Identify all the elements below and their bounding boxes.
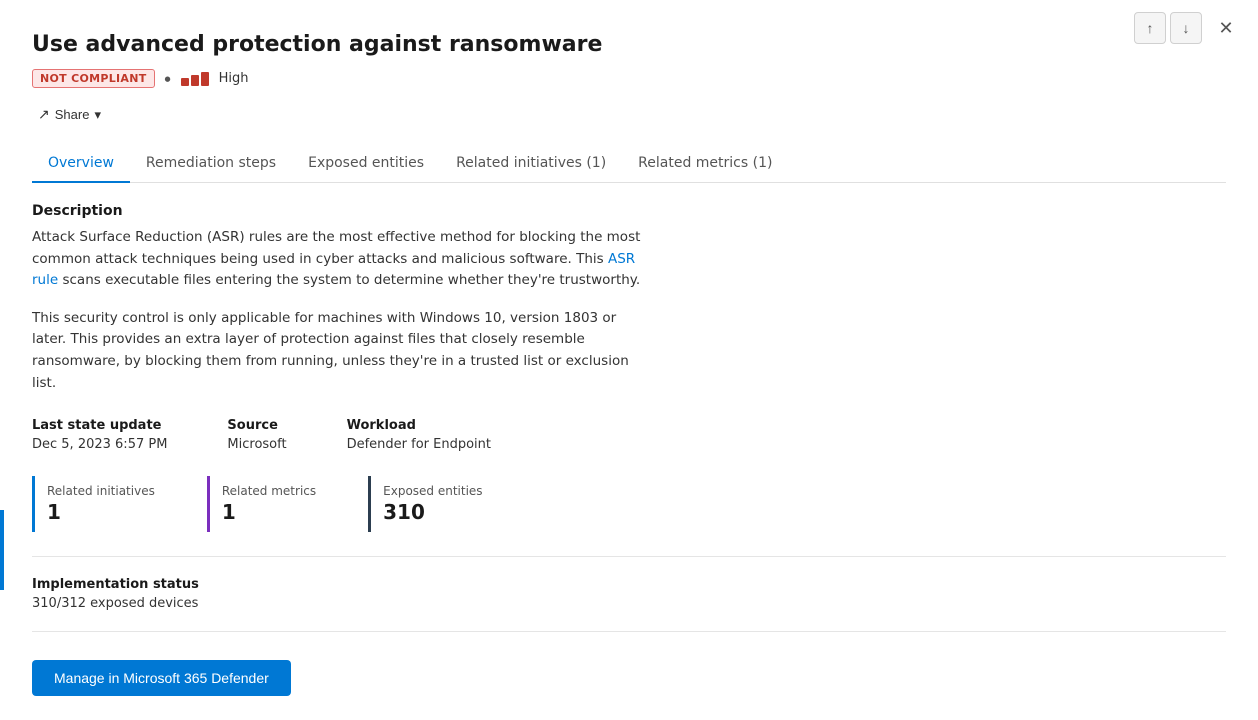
tab-overview[interactable]: Overview [32, 145, 130, 183]
stat-exposed-value: 310 [383, 500, 482, 524]
meta-last-state: Last state update Dec 5, 2023 6:57 PM [32, 418, 167, 452]
severity-bars [181, 72, 209, 86]
share-label: Share [55, 107, 90, 122]
nav-up-button[interactable]: ↑ [1134, 12, 1166, 44]
manage-button[interactable]: Manage in Microsoft 365 Defender [32, 660, 291, 696]
main-content: Use advanced protection against ransomwa… [0, 0, 1258, 720]
stat-metrics-value: 1 [222, 500, 316, 524]
meta-workload-value: Defender for Endpoint [347, 437, 491, 452]
nav-icons: ↑ ↓ ✕ [1134, 12, 1242, 44]
description-section-2: This security control is only applicable… [32, 308, 1226, 394]
stats-row: Related initiatives 1 Related metrics 1 … [32, 476, 1226, 532]
stat-metrics-label: Related metrics [222, 484, 316, 498]
share-button[interactable]: ↗ Share ▾ [32, 102, 107, 127]
description-title: Description [32, 203, 1226, 219]
implementation-label: Implementation status [32, 577, 1226, 592]
meta-workload: Workload Defender for Endpoint [347, 418, 491, 452]
page-title: Use advanced protection against ransomwa… [32, 32, 1226, 57]
stat-initiatives-value: 1 [47, 500, 155, 524]
severity-bar-3 [201, 72, 209, 86]
tab-related-metrics[interactable]: Related metrics (1) [622, 145, 788, 183]
dot-separator: ● [165, 75, 171, 83]
severity-bar-2 [191, 75, 199, 86]
stat-related-metrics: Related metrics 1 [207, 476, 340, 532]
description-text-part1: Attack Surface Reduction (ASR) rules are… [32, 229, 640, 267]
left-accent-bar [0, 510, 4, 590]
meta-workload-label: Workload [347, 418, 491, 433]
implementation-value: 310/312 exposed devices [32, 596, 1226, 611]
stat-exposed-entities: Exposed entities 310 [368, 476, 506, 532]
not-compliant-badge: NOT COMPLIANT [32, 69, 155, 88]
meta-source-value: Microsoft [227, 437, 286, 452]
nav-down-button[interactable]: ↓ [1170, 12, 1202, 44]
tab-related-initiatives[interactable]: Related initiatives (1) [440, 145, 622, 183]
divider-2 [32, 631, 1226, 632]
status-row: NOT COMPLIANT ● High [32, 69, 1226, 88]
stat-exposed-label: Exposed entities [383, 484, 482, 498]
tabs-container: Overview Remediation steps Exposed entit… [32, 145, 1226, 183]
implementation-section: Implementation status 310/312 exposed de… [32, 577, 1226, 611]
severity-bar-1 [181, 78, 189, 86]
meta-last-state-label: Last state update [32, 418, 167, 433]
meta-source: Source Microsoft [227, 418, 286, 452]
close-button[interactable]: ✕ [1210, 12, 1242, 44]
share-icon: ↗ [38, 106, 50, 123]
divider [32, 556, 1226, 557]
stat-related-initiatives: Related initiatives 1 [32, 476, 179, 532]
severity-label: High [219, 71, 249, 86]
tab-exposed-entities[interactable]: Exposed entities [292, 145, 440, 183]
meta-last-state-value: Dec 5, 2023 6:57 PM [32, 437, 167, 452]
meta-grid: Last state update Dec 5, 2023 6:57 PM So… [32, 418, 1226, 452]
tab-remediation[interactable]: Remediation steps [130, 145, 292, 183]
description-para2: This security control is only applicable… [32, 308, 652, 394]
stat-initiatives-label: Related initiatives [47, 484, 155, 498]
description-para1: Attack Surface Reduction (ASR) rules are… [32, 227, 652, 292]
description-text-part2: scans executable files entering the syst… [58, 272, 640, 288]
share-row: ↗ Share ▾ [32, 102, 1226, 127]
meta-source-label: Source [227, 418, 286, 433]
share-chevron-icon: ▾ [94, 107, 101, 123]
description-section: Description Attack Surface Reduction (AS… [32, 203, 1226, 292]
